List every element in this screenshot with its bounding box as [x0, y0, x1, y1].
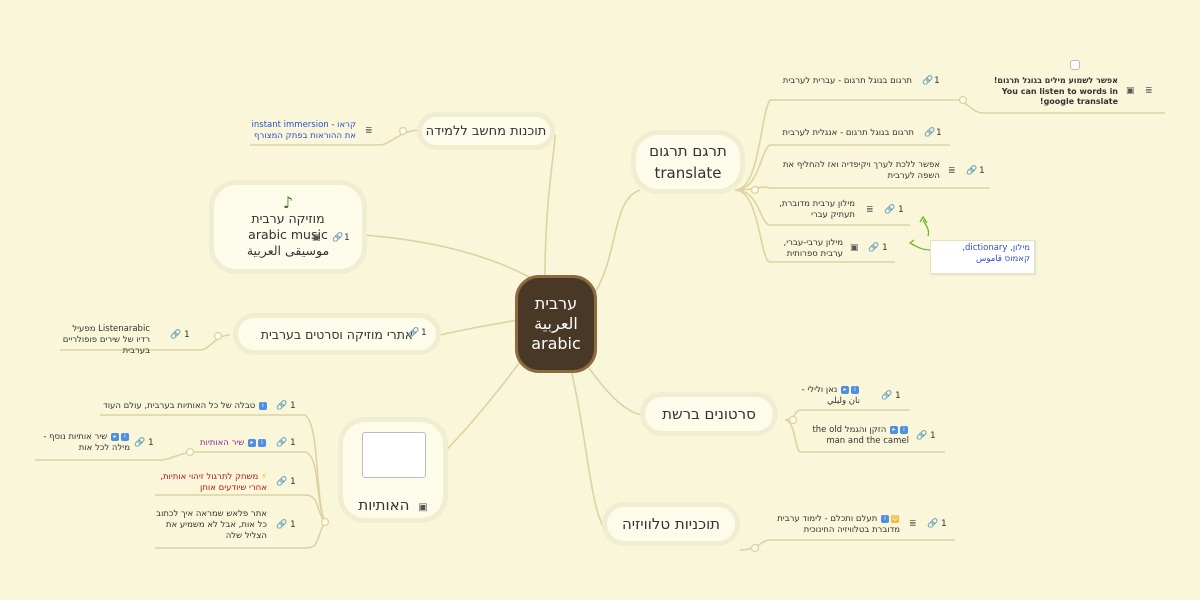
- image-icon[interactable]: ▣: [312, 233, 321, 243]
- link-icon[interactable]: 🔗: [332, 233, 343, 243]
- translate-note-line-1: אפשר לשמוע מילים בגוגל תרגום!: [993, 76, 1118, 85]
- letters-item-1-text: טבלה של כל האותיות בערבית, עולם העוד: [103, 401, 256, 411]
- videos-item-1-count: 1: [895, 391, 901, 401]
- link-icon[interactable]: 🔗: [966, 166, 977, 176]
- info-icon: i: [900, 425, 908, 434]
- info-icon: i: [258, 438, 266, 447]
- lightning-icon: ⚡: [261, 472, 267, 482]
- music-count: 1: [344, 233, 350, 243]
- link-icon[interactable]: 🔗: [922, 76, 933, 86]
- letters-sub-item[interactable]: i▸ שיר אותיות נוסף - מילה לכל אות: [38, 432, 130, 454]
- link-icon[interactable]: 🔗: [927, 519, 938, 529]
- topic-videos[interactable]: סרטונים ברשת: [645, 397, 773, 431]
- broken-image-icon: [1070, 60, 1080, 70]
- info-icon: i: [881, 514, 889, 523]
- translate-item-5-count: 1: [882, 243, 888, 253]
- note-icon[interactable]: ≣: [909, 519, 917, 529]
- music-note-icon: ♪: [282, 193, 294, 212]
- link-icon[interactable]: 🔗: [276, 401, 287, 411]
- sites-leaf[interactable]: Listenarabic מפעיל רדיו של שירים פופולרי…: [58, 324, 150, 357]
- note-icon[interactable]: ≣: [948, 166, 956, 176]
- link-icon[interactable]: 🔗: [408, 328, 419, 338]
- videos-item-2[interactable]: i▸ הזקן והגמל the old man and the camel: [805, 425, 909, 447]
- translate-item-1[interactable]: תרגום בגוגל תרגום - עברית לערבית: [772, 76, 912, 87]
- letters-item-2-count: 1: [290, 438, 296, 448]
- link-icon[interactable]: 🔗: [276, 520, 287, 530]
- topic-translate[interactable]: תרגם תרגום translate: [636, 135, 740, 189]
- broken-image-icon: [362, 432, 426, 478]
- link-icon[interactable]: 🔗: [134, 438, 145, 448]
- letters-item-4[interactable]: אתר פלאש שמראה איך לכתוב כל אות, אבל לא …: [155, 509, 267, 542]
- topic-sites-title: אתרי מוזיקה וסרטים בערבית: [260, 326, 414, 342]
- letters-item-3[interactable]: ⚡ משחק לתרגול זיהוי אותיות, אחרי שיודעים…: [155, 472, 267, 494]
- topic-software[interactable]: תוכנות מחשב ללמידה: [422, 117, 550, 145]
- note-icon[interactable]: ≣: [866, 205, 874, 215]
- translate-item-4[interactable]: מילון ערבית מדוברת, תעתיק עברי: [775, 199, 855, 221]
- link-icon[interactable]: 🔗: [276, 477, 287, 487]
- letters-item-1-count: 1: [290, 401, 296, 411]
- translate-item-3-count: 1: [979, 166, 985, 176]
- software-note[interactable]: קראו - instant immersion את ההוראות בפתק…: [250, 120, 356, 142]
- topic-music[interactable]: ♪ מוזיקה ערבית arabic music موسيقى العرب…: [214, 185, 362, 269]
- info-icon: i: [851, 385, 859, 394]
- letters-item-1[interactable]: i טבלה של כל האותיות בערבית, עולם העוד: [100, 401, 268, 412]
- translate-item-5[interactable]: מילון ערבי-עברי, ערבית ספרותית: [775, 238, 843, 260]
- videos-item-1[interactable]: i▸ נאן ולילי - نان وليلي: [800, 385, 860, 407]
- central-line-1: ערבית: [534, 294, 578, 313]
- video-icon: ▸: [111, 432, 119, 441]
- topic-sites[interactable]: אתרי מוזיקה וסרטים בערבית: [238, 318, 436, 350]
- info-icon: i: [259, 401, 267, 410]
- sites-leaf-count: 1: [184, 330, 190, 340]
- note-icon[interactable]: ≣: [1145, 86, 1153, 96]
- image-icon[interactable]: ▣: [418, 502, 427, 513]
- topic-translate-title-en: translate: [654, 164, 722, 182]
- letters-item-2[interactable]: i▸ שיר האותיות: [195, 438, 267, 449]
- central-line-3: arabic: [531, 334, 581, 353]
- translate-item-4-count: 1: [898, 205, 904, 215]
- translate-item-2-count: 1: [936, 128, 942, 138]
- translate-note-line-2: You can listen to words in: [1001, 86, 1118, 96]
- image-icon[interactable]: ▣: [850, 243, 859, 253]
- videos-item-2-count: 1: [930, 431, 936, 441]
- video-icon: ▸: [890, 425, 898, 434]
- letters-item-2-text: שיר האותיות: [199, 438, 245, 448]
- tv-item-1[interactable]: ☺i תעלם ותכלם - לימוד ערבית מדוברת בטלוו…: [772, 514, 900, 536]
- info-icon: i: [121, 432, 129, 441]
- letters-item-3-text: משחק לתרגול זיהוי אותיות, אחרי שיודעים א…: [160, 472, 267, 493]
- link-icon[interactable]: 🔗: [881, 391, 892, 401]
- dictionary-note[interactable]: מילון, dictionary, קאמוס قاموس: [930, 240, 1035, 274]
- letters-item-3-count: 1: [290, 477, 296, 487]
- translate-item-2[interactable]: תרגום בגוגל תרגום - אנגלית לערבית: [772, 128, 914, 139]
- smile-icon: ☺: [891, 514, 899, 523]
- video-icon: ▸: [248, 438, 256, 447]
- translate-note-listen[interactable]: אפשר לשמוע מילים בגוגל תרגום! You can li…: [990, 76, 1118, 108]
- video-icon: ▸: [841, 385, 849, 394]
- topic-letters-title: האותיות: [358, 496, 410, 514]
- translate-item-3[interactable]: אפשר ללכת לערך ויקיפדיה ואז להחליף את הש…: [770, 160, 940, 182]
- sites-count: 1: [421, 328, 427, 338]
- music-line-1: מוזיקה ערבית: [251, 211, 325, 226]
- image-icon[interactable]: ▣: [1126, 86, 1135, 96]
- link-icon[interactable]: 🔗: [276, 438, 287, 448]
- translate-item-1-count: 1: [934, 76, 940, 86]
- link-icon[interactable]: 🔗: [884, 205, 895, 215]
- translate-note-line-3: google translate!: [1039, 97, 1118, 106]
- link-icon[interactable]: 🔗: [924, 128, 935, 138]
- link-icon[interactable]: 🔗: [916, 431, 927, 441]
- topic-translate-title-he: תרגם תרגום: [649, 142, 727, 160]
- letters-item-4-count: 1: [290, 520, 296, 530]
- topic-letters[interactable]: ▣ האותיות: [343, 422, 443, 518]
- link-icon[interactable]: 🔗: [170, 330, 181, 340]
- tv-item-1-count: 1: [941, 519, 947, 529]
- link-icon[interactable]: 🔗: [868, 243, 879, 253]
- note-icon[interactable]: ≣: [365, 126, 373, 136]
- letters-sub-item-count: 1: [148, 438, 154, 448]
- music-line-3: موسيقى العربية: [246, 243, 330, 258]
- topic-tv[interactable]: תוכניות טלוויזיה: [607, 507, 735, 541]
- central-line-2: العربية: [534, 314, 578, 333]
- central-topic[interactable]: ערבית العربية arabic: [515, 275, 597, 373]
